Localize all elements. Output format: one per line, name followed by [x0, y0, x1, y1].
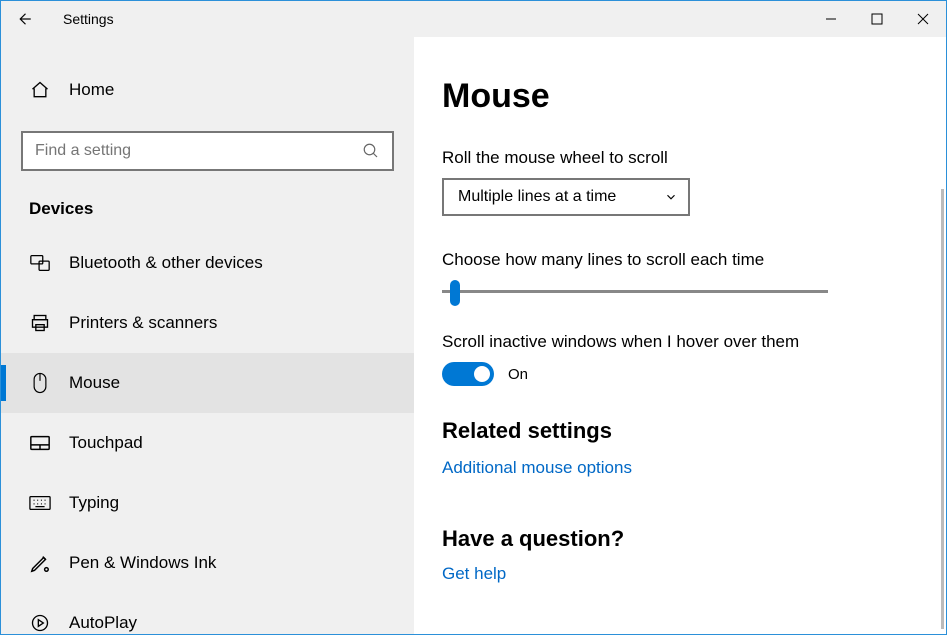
- scrollbar[interactable]: [941, 189, 944, 629]
- get-help-link[interactable]: Get help: [442, 564, 506, 584]
- search-container: [21, 131, 394, 171]
- related-heading: Related settings: [442, 418, 918, 444]
- sidebar-item-label: Touchpad: [69, 433, 143, 453]
- scroll-mode-label: Roll the mouse wheel to scroll: [442, 148, 918, 168]
- scroll-mode-select[interactable]: Multiple lines at a time: [442, 178, 690, 216]
- lines-slider[interactable]: [442, 280, 828, 304]
- sidebar-item-typing[interactable]: Typing: [1, 473, 414, 533]
- sidebar: Home Devices Bluetooth & other devices P…: [1, 37, 414, 634]
- question-heading: Have a question?: [442, 526, 918, 552]
- chevron-down-icon: [664, 190, 678, 204]
- back-button[interactable]: [1, 1, 47, 37]
- maximize-button[interactable]: [854, 1, 900, 37]
- main-area: Home Devices Bluetooth & other devices P…: [1, 37, 946, 634]
- inactive-toggle[interactable]: [442, 362, 494, 386]
- back-arrow-icon: [15, 10, 33, 28]
- search-input[interactable]: [35, 142, 362, 160]
- sidebar-item-printers[interactable]: Printers & scanners: [1, 293, 414, 353]
- title-bar: Settings: [1, 1, 946, 37]
- slider-thumb[interactable]: [450, 280, 460, 306]
- autoplay-icon: [29, 612, 51, 634]
- minimize-icon: [825, 13, 837, 25]
- lines-slider-group: Choose how many lines to scroll each tim…: [442, 250, 918, 304]
- sidebar-item-label: Typing: [69, 493, 119, 513]
- slider-track: [442, 290, 828, 293]
- keyboard-icon: [29, 492, 51, 514]
- pen-icon: [29, 552, 51, 574]
- touchpad-icon: [29, 432, 51, 454]
- lines-label: Choose how many lines to scroll each tim…: [442, 250, 918, 270]
- sidebar-item-autoplay[interactable]: AutoPlay: [1, 593, 414, 634]
- sidebar-home[interactable]: Home: [1, 67, 414, 113]
- toggle-knob: [474, 366, 490, 382]
- window-title: Settings: [47, 11, 114, 27]
- sidebar-item-mouse[interactable]: Mouse: [1, 353, 414, 413]
- sidebar-home-label: Home: [69, 80, 114, 100]
- sidebar-item-label: Mouse: [69, 373, 120, 393]
- minimize-button[interactable]: [808, 1, 854, 37]
- sidebar-group-label: Devices: [1, 171, 414, 233]
- search-box[interactable]: [21, 131, 394, 171]
- inactive-label: Scroll inactive windows when I hover ove…: [442, 332, 918, 352]
- mouse-icon: [29, 372, 51, 394]
- inactive-toggle-state: On: [508, 366, 528, 383]
- close-icon: [917, 13, 929, 25]
- content-pane: Mouse Roll the mouse wheel to scroll Mul…: [414, 37, 946, 634]
- sidebar-item-pen[interactable]: Pen & Windows Ink: [1, 533, 414, 593]
- close-button[interactable]: [900, 1, 946, 37]
- printer-icon: [29, 312, 51, 334]
- home-icon: [29, 79, 51, 101]
- window-controls: [808, 1, 946, 37]
- sidebar-item-label: AutoPlay: [69, 613, 137, 633]
- bluetooth-devices-icon: [29, 252, 51, 274]
- sidebar-item-bluetooth[interactable]: Bluetooth & other devices: [1, 233, 414, 293]
- search-icon: [362, 142, 380, 160]
- scroll-mode-value: Multiple lines at a time: [458, 188, 616, 206]
- inactive-toggle-row: On: [442, 362, 918, 386]
- page-heading: Mouse: [442, 77, 918, 116]
- sidebar-item-touchpad[interactable]: Touchpad: [1, 413, 414, 473]
- sidebar-item-label: Bluetooth & other devices: [69, 253, 263, 273]
- additional-mouse-options-link[interactable]: Additional mouse options: [442, 458, 632, 478]
- sidebar-item-label: Printers & scanners: [69, 313, 217, 333]
- maximize-icon: [871, 13, 883, 25]
- sidebar-item-label: Pen & Windows Ink: [69, 553, 216, 573]
